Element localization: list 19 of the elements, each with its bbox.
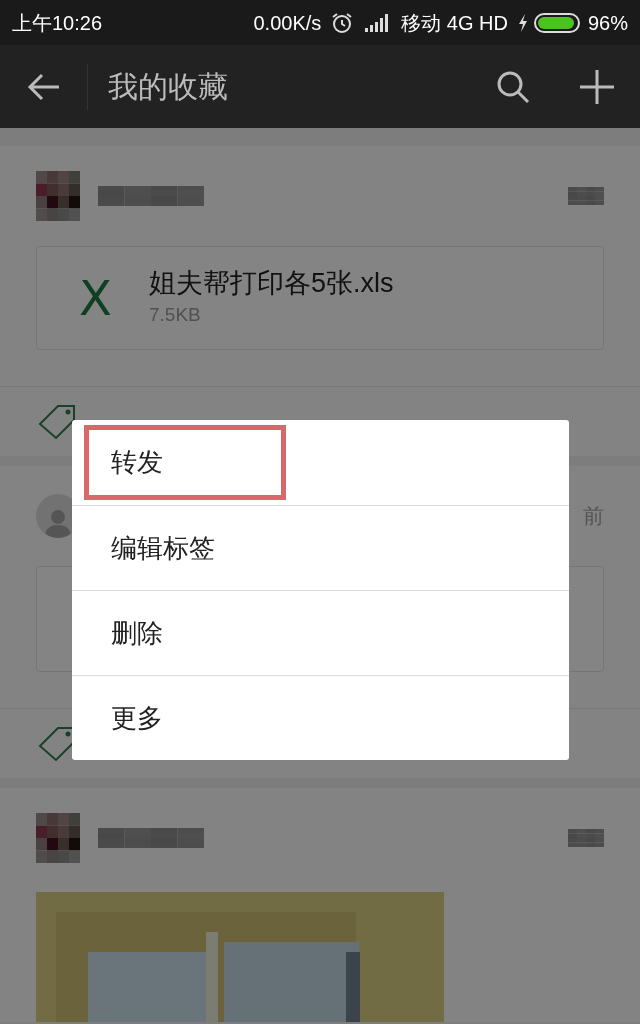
clock: 上午10:26 [12,10,103,36]
menu-item[interactable]: 删除 [84,595,286,671]
excel-icon: X [79,274,117,322]
back-icon[interactable] [27,71,61,102]
menu-item[interactable]: 更多 [84,680,286,756]
alarm-icon [331,11,354,34]
tag-icon [38,403,76,440]
add-icon[interactable] [580,69,614,104]
menu-item[interactable]: 转发 [84,425,286,500]
network-speed: 0.00K/s [253,10,322,36]
battery-percent: 96% [587,10,628,36]
menu-item[interactable]: 编辑标签 [84,510,286,586]
battery-icon [533,12,580,33]
search-icon[interactable] [496,69,530,104]
file-name: 姐夫帮打印各5张.xls [149,266,394,300]
person-icon [45,508,71,538]
page-title: 我的收藏 [108,69,228,105]
carrier-label: 移动 4G HD [401,10,508,36]
charging-icon [517,13,528,32]
